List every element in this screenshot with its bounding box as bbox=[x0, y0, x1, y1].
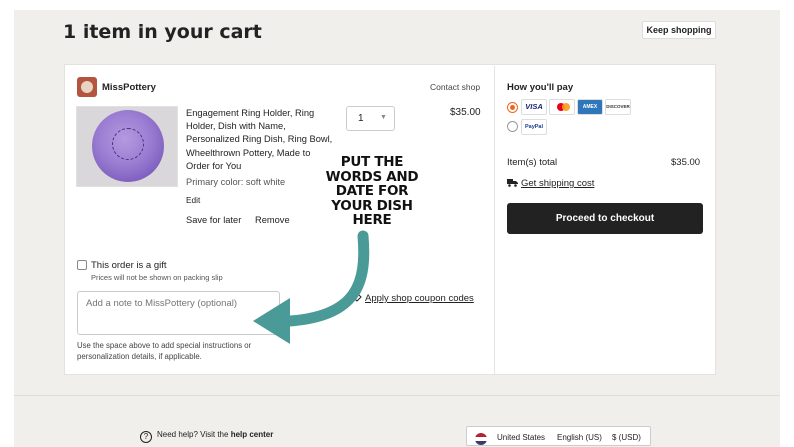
question-icon: ? bbox=[140, 431, 152, 443]
proceed-to-checkout-button[interactable]: Proceed to checkout bbox=[507, 203, 703, 234]
contact-shop-link[interactable]: Contact shop bbox=[430, 82, 480, 92]
discover-icon: DISCOVER bbox=[605, 99, 631, 115]
page-title: 1 item in your cart bbox=[63, 21, 262, 43]
save-for-later-link[interactable]: Save for later bbox=[186, 215, 241, 225]
overlay-annotation-text: PUT THE WORDS AND DATE FOR YOUR DISH HER… bbox=[325, 154, 419, 228]
mastercard-icon bbox=[549, 99, 575, 115]
truck-icon bbox=[507, 179, 518, 187]
product-title[interactable]: Engagement Ring Holder, Ring Holder, Dis… bbox=[186, 107, 336, 173]
amex-icon: AMEX bbox=[577, 99, 603, 115]
visa-icon: VISA bbox=[521, 99, 547, 115]
items-total-label: Item(s) total bbox=[507, 157, 558, 168]
quantity-select[interactable]: 1 ▼ bbox=[346, 106, 395, 131]
shipping-label: Get shipping cost bbox=[521, 178, 595, 189]
footer-divider bbox=[14, 395, 780, 396]
shipping-cost-link[interactable]: Get shipping cost bbox=[507, 178, 594, 189]
help-prefix: Need help? Visit the bbox=[157, 430, 231, 439]
keep-shopping-button[interactable]: Keep shopping bbox=[642, 21, 716, 39]
paypal-icon: PayPal bbox=[521, 119, 547, 135]
purple-dish-picture bbox=[92, 110, 164, 182]
payment-heading: How you'll pay bbox=[507, 82, 574, 93]
language-label: English (US) bbox=[557, 433, 602, 442]
card-radio[interactable] bbox=[507, 102, 518, 113]
shop-avatar[interactable] bbox=[77, 77, 97, 97]
region-label: United States bbox=[497, 433, 546, 442]
gift-subtext: Prices will not be shown on packing slip bbox=[91, 273, 223, 282]
product-variation: Primary color: soft white bbox=[186, 177, 286, 187]
remove-link[interactable]: Remove bbox=[255, 215, 290, 225]
help-text: ? Need help? Visit the help center bbox=[140, 430, 273, 443]
paypal-radio[interactable] bbox=[507, 121, 518, 132]
shop-name[interactable]: MissPottery bbox=[102, 82, 156, 93]
quantity-value: 1 bbox=[358, 113, 364, 124]
edit-link[interactable]: Edit bbox=[186, 195, 200, 205]
curved-arrow-icon bbox=[253, 230, 370, 344]
product-image[interactable] bbox=[76, 106, 178, 187]
gift-label[interactable]: This order is a gift bbox=[91, 260, 167, 271]
locale-selector[interactable]: United States English (US) $ (USD) bbox=[466, 426, 651, 446]
coupon-label: Apply shop coupon codes bbox=[365, 293, 474, 304]
divider bbox=[494, 66, 495, 374]
chevron-down-icon: ▼ bbox=[380, 114, 387, 121]
help-center-link[interactable]: help center bbox=[231, 430, 274, 439]
currency-label: $ (USD) bbox=[612, 433, 641, 442]
us-flag-icon bbox=[475, 433, 487, 445]
item-price: $35.00 bbox=[450, 107, 481, 118]
gift-checkbox[interactable] bbox=[77, 260, 87, 270]
items-total-value: $35.00 bbox=[671, 157, 701, 168]
